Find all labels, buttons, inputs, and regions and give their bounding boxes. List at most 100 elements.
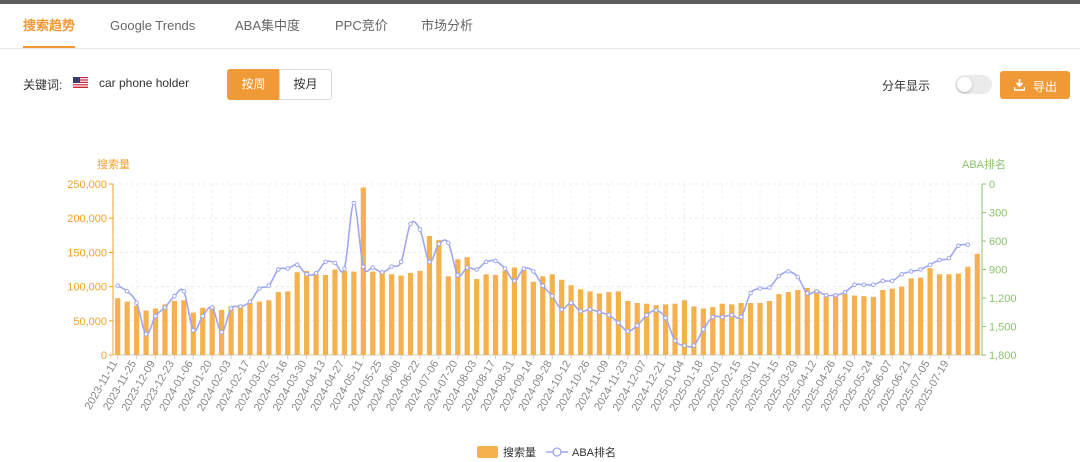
search-volume-bar [209, 306, 215, 355]
left-tick-label: 50,000 [73, 316, 107, 328]
search-volume-bar [710, 307, 716, 355]
aba-rank-point [124, 289, 130, 294]
tab-aba-concentration[interactable]: ABA集中度 [235, 4, 300, 48]
left-tick-label: 250,000 [67, 179, 107, 191]
aba-rank-point [540, 283, 546, 288]
search-volume-bar [832, 294, 839, 355]
search-volume-bar [256, 301, 263, 355]
search-volume-bar [955, 273, 961, 355]
search-volume-bar [918, 277, 924, 355]
aba-rank-point [285, 266, 291, 271]
aba-rank-point [455, 272, 461, 278]
aba-rank-point [153, 313, 158, 319]
aba-rank-point [804, 290, 810, 296]
search-volume-bar [804, 287, 810, 355]
keyword-label: 关键词: [23, 78, 63, 92]
search-volume-bar [738, 303, 744, 355]
legend-line-label: ABA排名 [572, 445, 616, 459]
aba-rank-point [719, 314, 725, 320]
search-volume-bar [927, 268, 933, 355]
aba-rank-point [313, 271, 319, 276]
search-volume-bar [379, 271, 385, 355]
search-volume-bar [445, 276, 451, 355]
aba-rank-point [663, 315, 668, 321]
aba-rank-point [634, 323, 640, 328]
right-tick-label: 0 [989, 179, 995, 191]
tab-ppc-bidding[interactable]: PPC竞价 [335, 4, 388, 48]
search-volume-bar [747, 303, 754, 355]
legend-bar-swatch [477, 446, 498, 458]
aba-rank-point [578, 309, 583, 314]
search-volume-bar [134, 305, 140, 355]
search-volume-bar [644, 303, 650, 355]
aba-rank-point [786, 269, 791, 274]
search-volume-bar [861, 296, 867, 355]
aba-rank-point [257, 286, 262, 291]
aba-rank-point [323, 259, 328, 265]
search-volume-bar [294, 272, 300, 355]
search-volume-bar [417, 270, 423, 355]
aba-rank-point [115, 283, 121, 288]
aba-rank-point [616, 320, 621, 325]
yearly-display-toggle[interactable] [955, 75, 992, 94]
search-volume-bar [662, 304, 669, 355]
aba-rank-point [927, 262, 933, 268]
yearly-display-label: 分年显示 [882, 79, 931, 93]
search-volume-bar [814, 290, 820, 355]
search-volume-bar [492, 274, 499, 355]
search-volume-bar [596, 293, 603, 355]
search-volume-bar [842, 294, 848, 355]
toggle-knob [957, 77, 972, 92]
aba-rank-point [162, 305, 168, 310]
aba-rank-point [275, 267, 281, 272]
export-button[interactable]: 导出 [1000, 71, 1070, 99]
search-volume-bar [389, 274, 395, 355]
search-volume-bar [351, 271, 357, 355]
aba-rank-point [672, 338, 678, 344]
aba-rank-point [143, 331, 149, 337]
search-volume-bar [568, 285, 574, 355]
search-volume-bar [181, 300, 187, 355]
by-month-button[interactable]: 按月 [279, 69, 332, 100]
search-volume-bar [398, 275, 404, 355]
search-volume-bar [785, 292, 791, 355]
tab-google-trends[interactable]: Google Trends [110, 4, 195, 48]
search-volume-bar [870, 296, 876, 355]
aba-rank-point [502, 266, 508, 271]
aba-rank-point [521, 266, 527, 271]
aba-rank-point [946, 255, 952, 261]
search-volume-bar [237, 305, 244, 355]
aba-rank-point [398, 259, 404, 265]
search-volume-bar [407, 272, 414, 355]
search-volume-bar [795, 290, 801, 355]
keyword-value: car phone holder [99, 76, 190, 90]
search-volume-bar [332, 269, 338, 355]
aba-rank-point [266, 283, 272, 288]
right-tick-label: 900 [989, 265, 1007, 277]
right-axis-title: ABA排名 [962, 157, 1006, 171]
aba-rank-point [956, 243, 961, 249]
aba-rank-point [899, 271, 905, 277]
aba-rank-point [474, 267, 479, 272]
aba-rank-point [389, 264, 394, 269]
aba-rank-point [823, 292, 829, 298]
legend-line-marker [552, 447, 562, 457]
aba-rank-point [729, 312, 734, 318]
by-week-button[interactable]: 按周 [227, 69, 280, 100]
search-volume-bar [483, 274, 489, 355]
search-volume-bar [634, 303, 640, 355]
aba-rank-point [644, 312, 649, 318]
search-volume-bar [766, 300, 773, 355]
aba-rank-point [172, 293, 177, 299]
aba-rank-point [427, 259, 432, 265]
aba-rank-point [833, 292, 838, 298]
right-tick-label: 300 [989, 208, 1007, 220]
aba-rank-point [625, 328, 631, 334]
aba-rank-point [814, 289, 820, 294]
aba-rank-point [842, 290, 848, 295]
aba-rank-point [710, 314, 716, 320]
search-volume-bar [719, 303, 725, 355]
tab-market-analysis[interactable]: 市场分析 [421, 4, 473, 48]
search-volume-bar [124, 301, 130, 355]
tab-search-trends[interactable]: 搜索趋势 [23, 4, 76, 48]
